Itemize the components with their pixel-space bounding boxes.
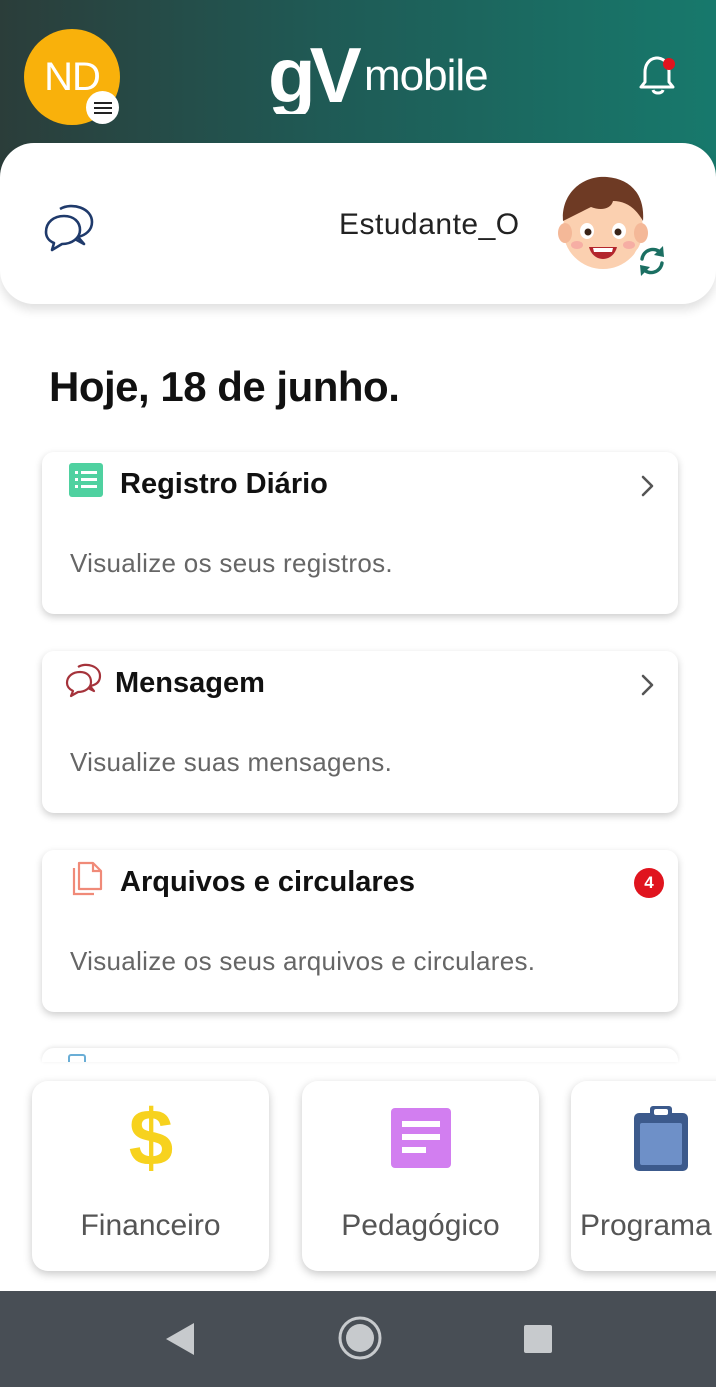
notification-dot [663, 58, 675, 70]
card-arquivos-circulares[interactable]: Arquivos e circulares Visualize os seus … [42, 850, 678, 1012]
card-description: Visualize suas mensagens. [70, 747, 393, 777]
tile-label: Programa [580, 1209, 712, 1242]
clipboard-icon [634, 1106, 688, 1171]
student-name[interactable]: Estudante_O [339, 208, 520, 242]
unread-count-badge: 4 [634, 868, 664, 898]
logo-mobile: mobile [364, 51, 488, 100]
message-bubbles-icon [65, 663, 102, 698]
card-title: Arquivos e circulares [120, 866, 415, 898]
page-title: Hoje, 18 de junho. [49, 363, 400, 410]
chat-bubbles-icon[interactable] [40, 200, 96, 256]
card-description: Visualize os seus registros. [70, 548, 393, 578]
sync-icon[interactable] [632, 241, 672, 281]
chevron-right-icon[interactable] [638, 671, 658, 699]
card-registro-diario[interactable]: Registro Diário Visualize os seus regist… [42, 452, 678, 614]
tile-label: Financeiro [80, 1209, 221, 1242]
bell-icon[interactable] [636, 52, 680, 98]
home-circle-icon[interactable] [337, 1315, 383, 1361]
document-icon [390, 1108, 451, 1168]
tile-programa[interactable]: Programa [571, 1081, 716, 1271]
card-description: Visualize os seus arquivos e circulares. [70, 946, 536, 976]
tile-financeiro[interactable]: $ Financeiro [32, 1081, 269, 1271]
partial-card-icon [68, 1054, 86, 1062]
card-title: Mensagem [115, 667, 265, 699]
files-icon [72, 861, 103, 896]
tile-pedagogico[interactable]: Pedagógico [302, 1081, 539, 1271]
card-title: Registro Diário [120, 468, 328, 500]
card-next-partial[interactable] [42, 1048, 678, 1062]
hamburger-menu-icon[interactable] [86, 91, 119, 124]
card-mensagem[interactable]: Mensagem Visualize suas mensagens. [42, 651, 678, 813]
recents-square-icon[interactable] [523, 1324, 553, 1354]
avatar-initials: ND [44, 54, 101, 99]
back-triangle-icon[interactable] [164, 1322, 196, 1356]
chevron-right-icon[interactable] [638, 472, 658, 500]
tile-label: Pedagógico [341, 1209, 500, 1242]
list-icon [69, 463, 103, 497]
dollar-icon: $ [128, 1103, 173, 1173]
svg-text:$: $ [128, 1103, 173, 1173]
gv-mobile-logo: gV mobile [268, 34, 489, 114]
system-navigation-bar [0, 1291, 716, 1387]
